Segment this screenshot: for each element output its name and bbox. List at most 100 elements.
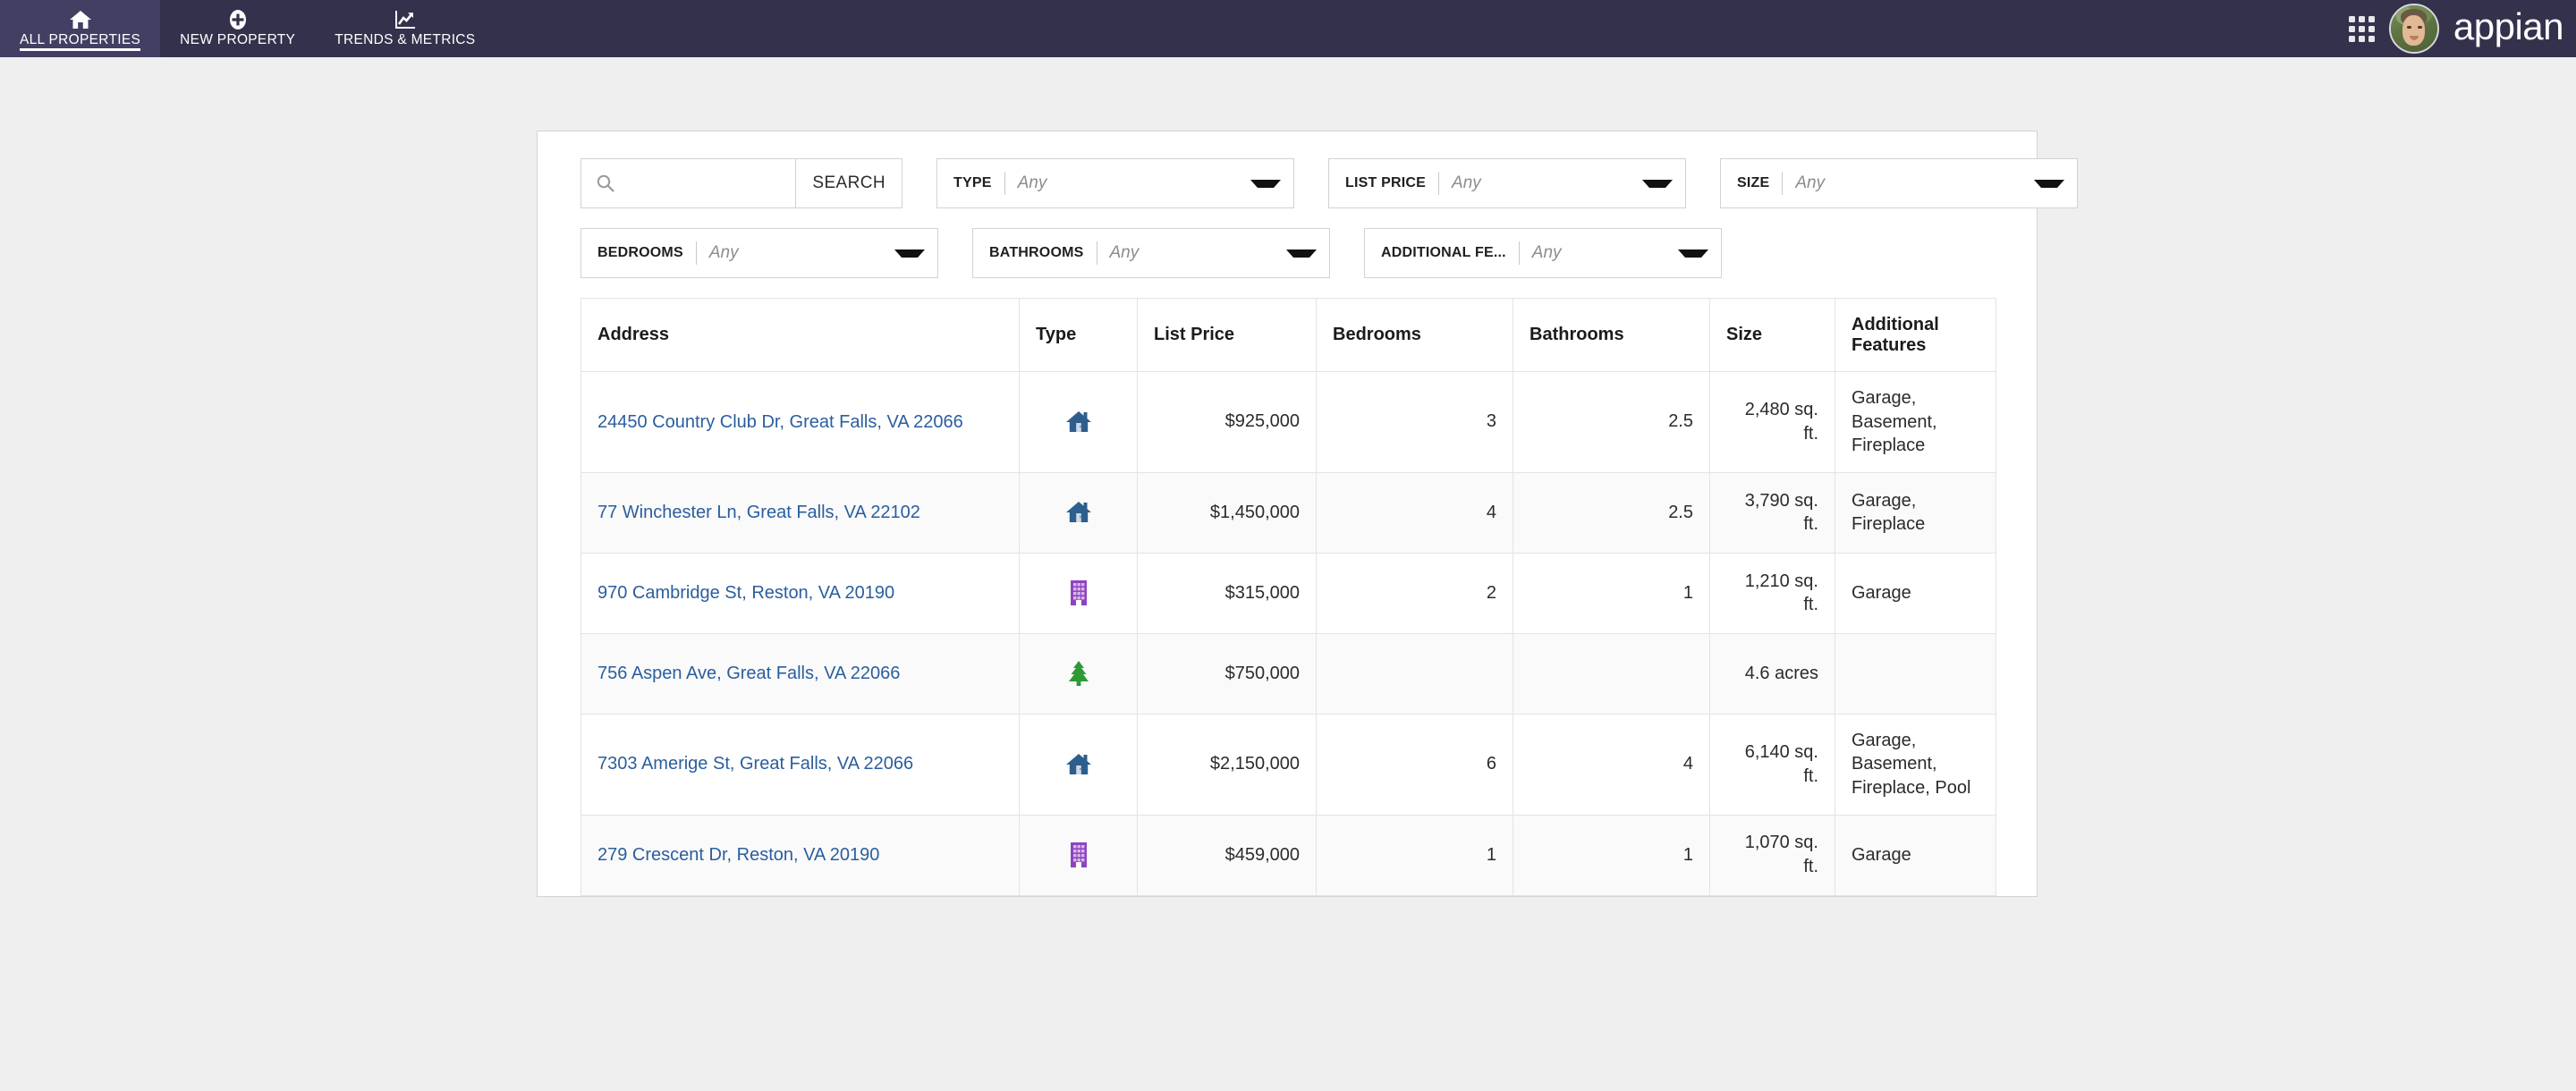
cell-bedrooms: 2 — [1316, 552, 1513, 634]
nav-tabs: ALL PROPERTIES NEW PROPERTY TRENDS & MET… — [0, 0, 495, 57]
filter-additional-features-group: ADDITIONAL FE... Any — [1364, 228, 1722, 278]
cell-bedrooms — [1316, 632, 1513, 715]
table-row: 24450 Country Club Dr, Great Falls, VA 2… — [580, 371, 1996, 473]
search-box: SEARCH — [580, 158, 902, 208]
filter-label: TYPE — [953, 175, 992, 190]
cell-address: 7303 Amerige St, Great Falls, VA 22066 — [580, 713, 1020, 816]
cell-type — [1019, 471, 1138, 554]
nav-tab-new-property[interactable]: NEW PROPERTY — [160, 0, 315, 57]
search-icon — [596, 173, 615, 193]
property-address-link[interactable]: 756 Aspen Ave, Great Falls, VA 22066 — [597, 662, 900, 686]
cell-size: 3,790 sq. ft. — [1709, 471, 1835, 554]
building-icon — [1067, 580, 1090, 606]
filter-dropdown-additional-features[interactable]: ADDITIONAL FE... Any — [1364, 228, 1722, 278]
filter-value: Any — [1452, 173, 1481, 192]
nav-tab-label: TRENDS & METRICS — [335, 31, 476, 47]
properties-table: Address Type List Price Bedrooms Bathroo… — [580, 298, 1996, 896]
cell-list-price: $459,000 — [1137, 814, 1317, 896]
filter-dropdown-type[interactable]: TYPE Any — [936, 158, 1294, 208]
top-navigation-bar: ALL PROPERTIES NEW PROPERTY TRENDS & MET… — [0, 0, 2576, 57]
property-address-link[interactable]: 279 Crescent Dr, Reston, VA 20190 — [597, 843, 879, 867]
cell-type — [1019, 713, 1138, 816]
cell-size: 4.6 acres — [1709, 632, 1835, 715]
filter-dropdown-bathrooms[interactable]: BATHROOMS Any — [972, 228, 1330, 278]
cell-list-price: $315,000 — [1137, 552, 1317, 634]
column-header-address[interactable]: Address — [580, 298, 1020, 372]
cell-additional-features: Garage, Fireplace — [1835, 471, 1996, 554]
cell-bedrooms: 4 — [1316, 471, 1513, 554]
property-address-link[interactable]: 7303 Amerige St, Great Falls, VA 22066 — [597, 752, 913, 776]
appian-logo: appian — [2453, 5, 2564, 47]
cell-bathrooms: 2.5 — [1513, 471, 1710, 554]
filter-value: Any — [1109, 243, 1140, 262]
cell-list-price: $2,150,000 — [1137, 713, 1317, 816]
cell-bedrooms: 6 — [1316, 713, 1513, 816]
search-input[interactable] — [580, 158, 796, 208]
properties-table-wrapper: Address Type List Price Bedrooms Bathroo… — [580, 298, 1996, 896]
building-icon — [1067, 842, 1090, 868]
nav-tab-all-properties[interactable]: ALL PROPERTIES — [0, 0, 161, 57]
cell-type — [1019, 632, 1138, 715]
column-header-size[interactable]: Size — [1709, 298, 1835, 372]
filter-dropdown-list-price[interactable]: LIST PRICE Any — [1328, 158, 1686, 208]
filter-row-2: BEDROOMS Any BATHROOMS Any ADDITIONAL FE… — [580, 228, 1994, 278]
table-row: 7303 Amerige St, Great Falls, VA 22066 $2… — [580, 713, 1996, 816]
search-group: SEARCH — [580, 158, 902, 208]
avatar[interactable] — [2388, 4, 2439, 54]
table-row: 756 Aspen Ave, Great Falls, VA 22066 $750… — [580, 632, 1996, 715]
divider — [1438, 172, 1440, 195]
cell-size: 2,480 sq. ft. — [1709, 371, 1835, 473]
chevron-down-icon — [2034, 179, 2064, 188]
table-row: 77 Winchester Ln, Great Falls, VA 22102 $… — [580, 471, 1996, 554]
property-address-link[interactable]: 24450 Country Club Dr, Great Falls, VA 2… — [597, 410, 963, 435]
filter-label: BEDROOMS — [597, 245, 683, 260]
table-row: 970 Cambridge St, Reston, VA 20190 $315,0… — [580, 552, 1996, 634]
search-button[interactable]: SEARCH — [795, 158, 902, 208]
cell-bathrooms: 4 — [1513, 713, 1710, 816]
cell-size: 1,070 sq. ft. — [1709, 814, 1835, 896]
column-header-type[interactable]: Type — [1019, 298, 1138, 372]
divider — [695, 241, 697, 265]
properties-card: SEARCH TYPE Any LIST PRICE Any SIZE Any … — [537, 131, 2078, 897]
filter-bathrooms-group: BATHROOMS Any — [972, 228, 1330, 278]
cell-bedrooms: 1 — [1316, 814, 1513, 896]
column-header-additional-features[interactable]: Additional Features — [1835, 298, 1996, 372]
column-header-list-price[interactable]: List Price — [1137, 298, 1317, 372]
cell-bathrooms: 1 — [1513, 552, 1710, 634]
chevron-down-icon — [894, 249, 925, 258]
nav-tab-trends-metrics[interactable]: TRENDS & METRICS — [315, 0, 495, 57]
filter-list-price-group: LIST PRICE Any — [1328, 158, 1686, 208]
cell-list-price: $1,450,000 — [1137, 471, 1317, 554]
cell-bathrooms: 2.5 — [1513, 371, 1710, 473]
cell-size: 1,210 sq. ft. — [1709, 552, 1835, 634]
filter-value: Any — [1531, 243, 1562, 262]
cell-address: 24450 Country Club Dr, Great Falls, VA 2… — [580, 371, 1020, 473]
cell-address: 756 Aspen Ave, Great Falls, VA 22066 — [580, 632, 1020, 715]
table-row: 279 Crescent Dr, Reston, VA 20190 $459,00… — [580, 814, 1996, 896]
cell-bathrooms — [1513, 632, 1710, 715]
filter-value: Any — [708, 243, 739, 262]
chevron-down-icon — [1286, 249, 1317, 258]
cell-additional-features: Garage — [1835, 552, 1996, 634]
divider — [1782, 172, 1784, 195]
nav-tab-label: ALL PROPERTIES — [20, 31, 141, 47]
filter-type-group: TYPE Any — [936, 158, 1294, 208]
house-icon — [1065, 753, 1092, 774]
cell-additional-features: Garage — [1835, 814, 1996, 896]
filter-dropdown-size[interactable]: SIZE Any — [1720, 158, 2078, 208]
filter-value: Any — [1017, 173, 1047, 192]
house-icon — [1065, 502, 1092, 523]
cell-type — [1019, 552, 1138, 634]
filter-row-1: SEARCH TYPE Any LIST PRICE Any SIZE Any — [580, 158, 2078, 208]
cell-address: 970 Cambridge St, Reston, VA 20190 — [580, 552, 1020, 634]
plus-circle-icon — [227, 9, 249, 30]
table-header-row: Address Type List Price Bedrooms Bathroo… — [580, 298, 1996, 372]
property-address-link[interactable]: 77 Winchester Ln, Great Falls, VA 22102 — [597, 501, 920, 525]
property-address-link[interactable]: 970 Cambridge St, Reston, VA 20190 — [597, 581, 894, 605]
column-header-bedrooms[interactable]: Bedrooms — [1316, 298, 1513, 372]
chevron-down-icon — [1250, 179, 1281, 188]
cell-type — [1019, 371, 1138, 473]
filter-dropdown-bedrooms[interactable]: BEDROOMS Any — [580, 228, 938, 278]
column-header-bathrooms[interactable]: Bathrooms — [1513, 298, 1710, 372]
grid-apps-icon[interactable] — [2348, 15, 2375, 42]
